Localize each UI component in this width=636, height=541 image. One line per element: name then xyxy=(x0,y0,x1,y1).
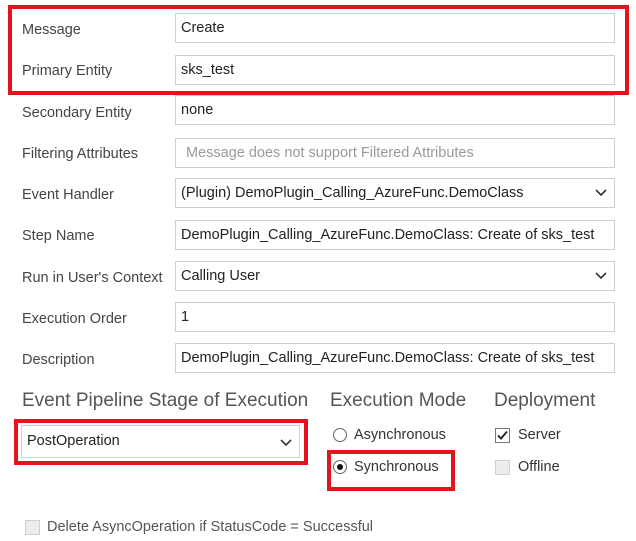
event-handler-label: Event Handler xyxy=(22,187,114,203)
asynchronous-label: Asynchronous xyxy=(354,427,446,443)
execution-mode-heading: Execution Mode xyxy=(330,390,467,411)
run-context-label: Run in User's Context xyxy=(22,270,163,286)
offline-checkbox[interactable] xyxy=(495,460,510,475)
delete-async-label: Delete AsyncOperation if StatusCode = Su… xyxy=(47,519,374,535)
offline-label: Offline xyxy=(518,459,560,475)
event-handler-select[interactable]: (Plugin) DemoPlugin_Calling_AzureFunc.De… xyxy=(175,178,615,208)
highlight-message-entity xyxy=(8,5,629,95)
execution-order-label: Execution Order xyxy=(22,311,127,327)
delete-async-checkbox[interactable] xyxy=(25,520,40,535)
pipeline-stage-select[interactable]: PostOperation xyxy=(21,425,300,458)
pipeline-stage-value: PostOperation xyxy=(27,433,120,449)
step-name-label: Step Name xyxy=(22,228,95,244)
chevron-down-icon xyxy=(595,272,607,280)
step-name-field[interactable]: DemoPlugin_Calling_AzureFunc.DemoClass: … xyxy=(175,220,615,250)
checkmark-icon xyxy=(497,430,508,440)
run-context-select[interactable]: Calling User xyxy=(175,261,615,291)
chevron-down-icon xyxy=(280,439,292,447)
chevron-down-icon xyxy=(595,189,607,197)
server-checkbox[interactable] xyxy=(495,428,510,443)
run-context-value: Calling User xyxy=(181,268,260,284)
filtering-attributes-field[interactable]: Message does not support Filtered Attrib… xyxy=(175,138,615,168)
execution-order-field[interactable]: 1 xyxy=(175,302,615,332)
secondary-entity-field[interactable]: none xyxy=(175,95,615,125)
deployment-heading: Deployment xyxy=(494,390,596,411)
asynchronous-radio[interactable] xyxy=(333,428,347,442)
description-label: Description xyxy=(22,352,95,368)
event-handler-value: (Plugin) DemoPlugin_Calling_AzureFunc.De… xyxy=(181,185,524,201)
server-label: Server xyxy=(518,427,561,443)
secondary-entity-label: Secondary Entity xyxy=(22,105,132,121)
filtering-attributes-label: Filtering Attributes xyxy=(22,146,139,162)
pipeline-stage-heading: Event Pipeline Stage of Execution xyxy=(22,390,309,411)
synchronous-radio[interactable] xyxy=(333,460,347,474)
description-field[interactable]: DemoPlugin_Calling_AzureFunc.DemoClass: … xyxy=(175,343,615,373)
synchronous-label: Synchronous xyxy=(354,459,439,475)
